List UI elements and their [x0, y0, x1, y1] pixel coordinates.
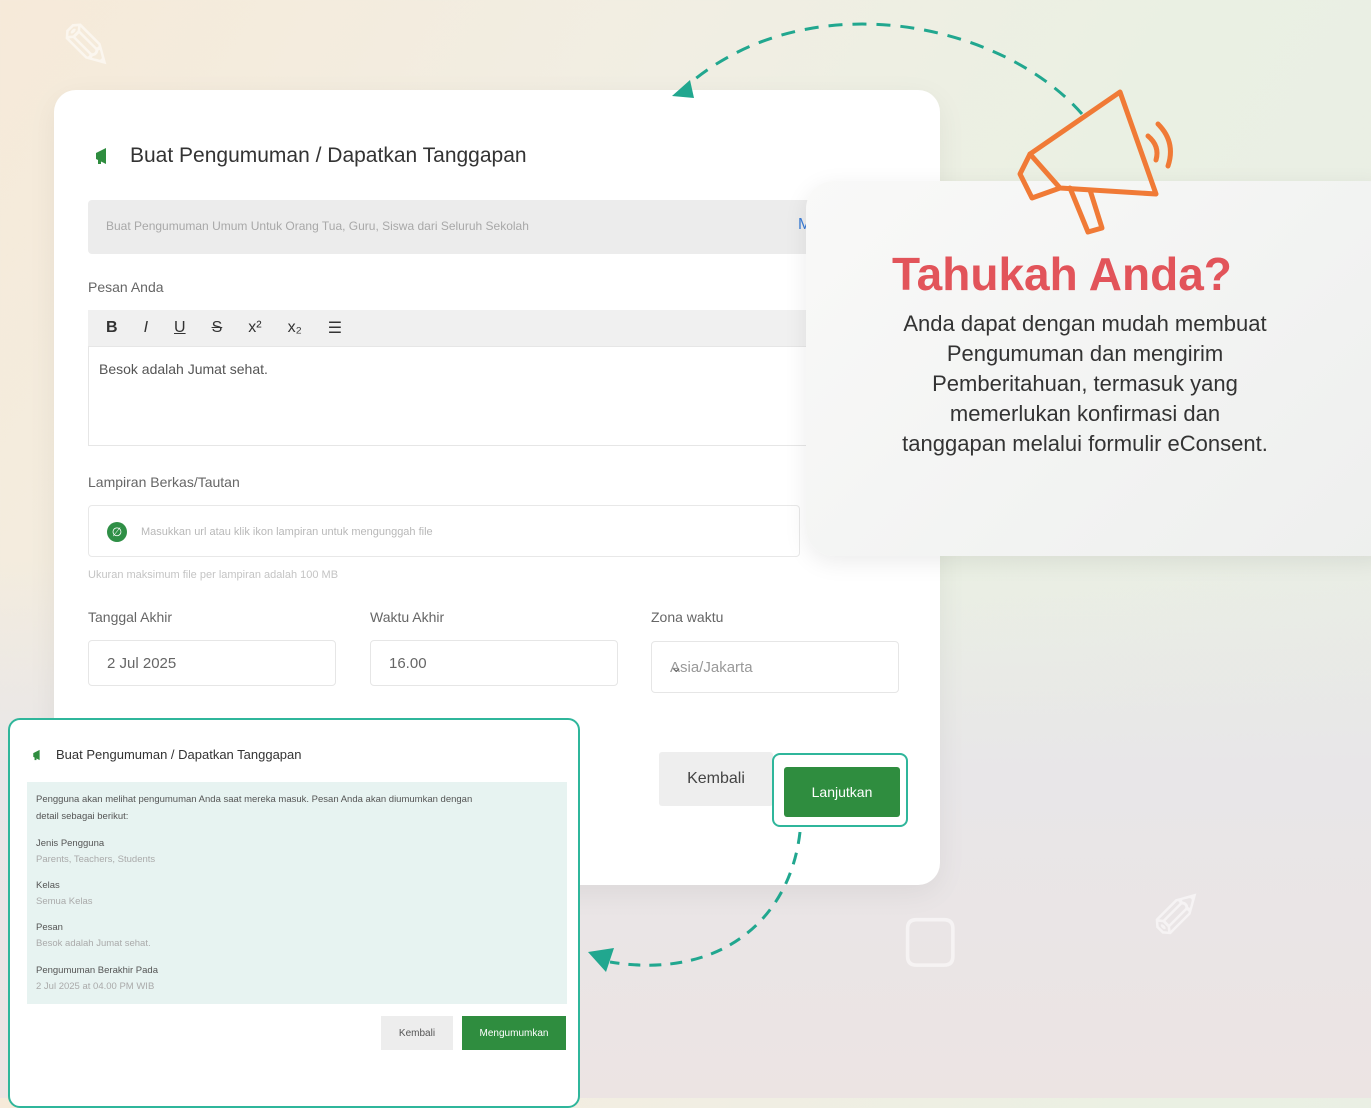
arrow-bottom-head	[588, 948, 614, 972]
arrow-bottom	[609, 831, 802, 967]
arrow-top-head	[672, 80, 694, 98]
arrow-top	[678, 22, 1084, 115]
connector-arrows	[588, 22, 1084, 972]
